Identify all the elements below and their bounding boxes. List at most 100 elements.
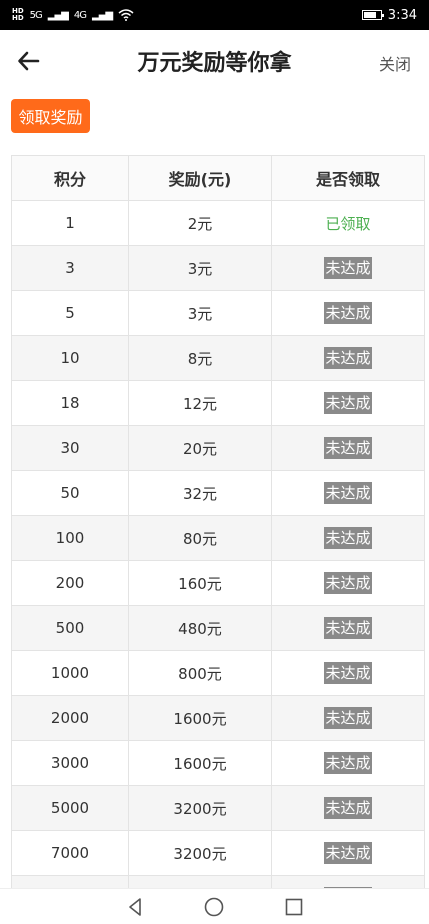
cell-status: 未达成 xyxy=(271,650,425,696)
cell-points: 30 xyxy=(11,425,129,471)
status-not-reached: 未达成 xyxy=(324,752,372,774)
claim-reward-button[interactable]: 领取奖励 xyxy=(11,99,90,133)
page-title: 万元奖励等你拿 xyxy=(137,51,292,76)
cell-reward: 1600元 xyxy=(128,740,272,786)
status-not-reached: 未达成 xyxy=(324,662,372,684)
cell-reward: 160元 xyxy=(128,560,272,606)
cell-status: 未达成 xyxy=(271,830,425,876)
cell-status: 未达成 xyxy=(271,290,425,336)
signal-icon-2: ▂▄▆ xyxy=(92,9,113,21)
header-points: 积分 xyxy=(11,155,129,201)
battery-icon xyxy=(361,10,384,20)
cell-status: 未达成 xyxy=(271,560,425,606)
nav-recents-icon[interactable] xyxy=(282,895,306,919)
status-not-reached: 未达成 xyxy=(324,437,372,459)
cell-status: 未达成 xyxy=(271,425,425,471)
cell-points: 3 xyxy=(11,245,129,291)
cell-status: 未达成 xyxy=(271,740,425,786)
nav-home-icon[interactable] xyxy=(202,895,226,919)
back-arrow-icon[interactable] xyxy=(16,48,42,74)
table-header-row: 积分 奖励(元) 是否领取 xyxy=(11,155,425,201)
status-bar: HD HD 5G ▂▄▆ 4G ▂▄▆ 3:34 xyxy=(0,0,429,30)
status-not-reached: 未达成 xyxy=(324,257,372,279)
cell-status: 未达成 xyxy=(271,605,425,651)
status-right: 3:34 xyxy=(361,7,417,23)
table-row: 1000 800元 未达成 xyxy=(11,650,425,696)
reward-table: 积分 奖励(元) 是否领取 1 2元 已领取 3 3元 未达成 5 3元 未达成 10 8元 未达成 1… xyxy=(11,155,425,921)
cell-status: 已领取 xyxy=(271,200,425,246)
clock: 3:34 xyxy=(387,7,417,23)
status-claimed: 已领取 xyxy=(325,214,371,233)
cell-points: 1 xyxy=(11,200,129,246)
table-row: 1 2元 已领取 xyxy=(11,200,425,246)
cell-status: 未达成 xyxy=(271,515,425,561)
status-not-reached: 未达成 xyxy=(324,482,372,504)
cell-reward: 80元 xyxy=(128,515,272,561)
table-row: 18 12元 未达成 xyxy=(11,380,425,426)
table-body: 1 2元 已领取 3 3元 未达成 5 3元 未达成 10 8元 未达成 18 12元 未达成 30 20元 未达… xyxy=(11,200,425,921)
cell-reward: 8元 xyxy=(128,335,272,381)
cell-points: 1000 xyxy=(11,650,129,696)
status-not-reached: 未达成 xyxy=(324,707,372,729)
cell-reward: 3200元 xyxy=(128,830,272,876)
table-row: 200 160元 未达成 xyxy=(11,560,425,606)
system-nav-bar xyxy=(0,888,429,924)
table-row: 5000 3200元 未达成 xyxy=(11,785,425,831)
status-not-reached: 未达成 xyxy=(324,797,372,819)
status-not-reached: 未达成 xyxy=(324,842,372,864)
cell-points: 7000 xyxy=(11,830,129,876)
network-type-1: 5G xyxy=(29,9,43,21)
cell-points: 5000 xyxy=(11,785,129,831)
hd-badge-2: HD xyxy=(12,14,24,22)
table-row: 3 3元 未达成 xyxy=(11,245,425,291)
cell-status: 未达成 xyxy=(271,470,425,516)
table-row: 5 3元 未达成 xyxy=(11,290,425,336)
table-row: 7000 3200元 未达成 xyxy=(11,830,425,876)
cell-reward: 2元 xyxy=(128,200,272,246)
cell-status: 未达成 xyxy=(271,245,425,291)
header-claimed: 是否领取 xyxy=(271,155,425,201)
status-not-reached: 未达成 xyxy=(324,302,372,324)
status-not-reached: 未达成 xyxy=(324,347,372,369)
table-row: 10 8元 未达成 xyxy=(11,335,425,381)
cell-reward: 800元 xyxy=(128,650,272,696)
table-row: 50 32元 未达成 xyxy=(11,470,425,516)
hd-badges: HD HD xyxy=(12,8,24,22)
status-not-reached: 未达成 xyxy=(324,572,372,594)
cell-reward: 20元 xyxy=(128,425,272,471)
cell-reward: 32元 xyxy=(128,470,272,516)
status-not-reached: 未达成 xyxy=(324,617,372,639)
table-row: 500 480元 未达成 xyxy=(11,605,425,651)
cell-points: 18 xyxy=(11,380,129,426)
cell-points: 5 xyxy=(11,290,129,336)
cell-points: 200 xyxy=(11,560,129,606)
header-reward: 奖励(元) xyxy=(128,155,272,201)
table-row: 3000 1600元 未达成 xyxy=(11,740,425,786)
header: 万元奖励等你拿 关闭 xyxy=(0,30,429,92)
table-row: 2000 1600元 未达成 xyxy=(11,695,425,741)
cell-status: 未达成 xyxy=(271,785,425,831)
cell-points: 500 xyxy=(11,605,129,651)
table-row: 30 20元 未达成 xyxy=(11,425,425,471)
cell-points: 50 xyxy=(11,470,129,516)
cell-reward: 3200元 xyxy=(128,785,272,831)
status-not-reached: 未达成 xyxy=(324,527,372,549)
cell-points: 10 xyxy=(11,335,129,381)
cell-status: 未达成 xyxy=(271,335,425,381)
close-button[interactable]: 关闭 xyxy=(379,51,411,75)
table-row: 100 80元 未达成 xyxy=(11,515,425,561)
cell-status: 未达成 xyxy=(271,695,425,741)
cell-status: 未达成 xyxy=(271,380,425,426)
status-left: HD HD 5G ▂▄▆ 4G ▂▄▆ xyxy=(12,8,134,22)
cell-reward: 3元 xyxy=(128,290,272,336)
nav-back-icon[interactable] xyxy=(123,895,147,919)
wifi-icon xyxy=(118,9,134,21)
cell-reward: 480元 xyxy=(128,605,272,651)
status-not-reached: 未达成 xyxy=(324,392,372,414)
cell-points: 2000 xyxy=(11,695,129,741)
network-type-2: 4G xyxy=(73,9,87,21)
cell-points: 3000 xyxy=(11,740,129,786)
cell-reward: 1600元 xyxy=(128,695,272,741)
cell-reward: 3元 xyxy=(128,245,272,291)
signal-icon-1: ▂▄▆ xyxy=(47,9,69,21)
